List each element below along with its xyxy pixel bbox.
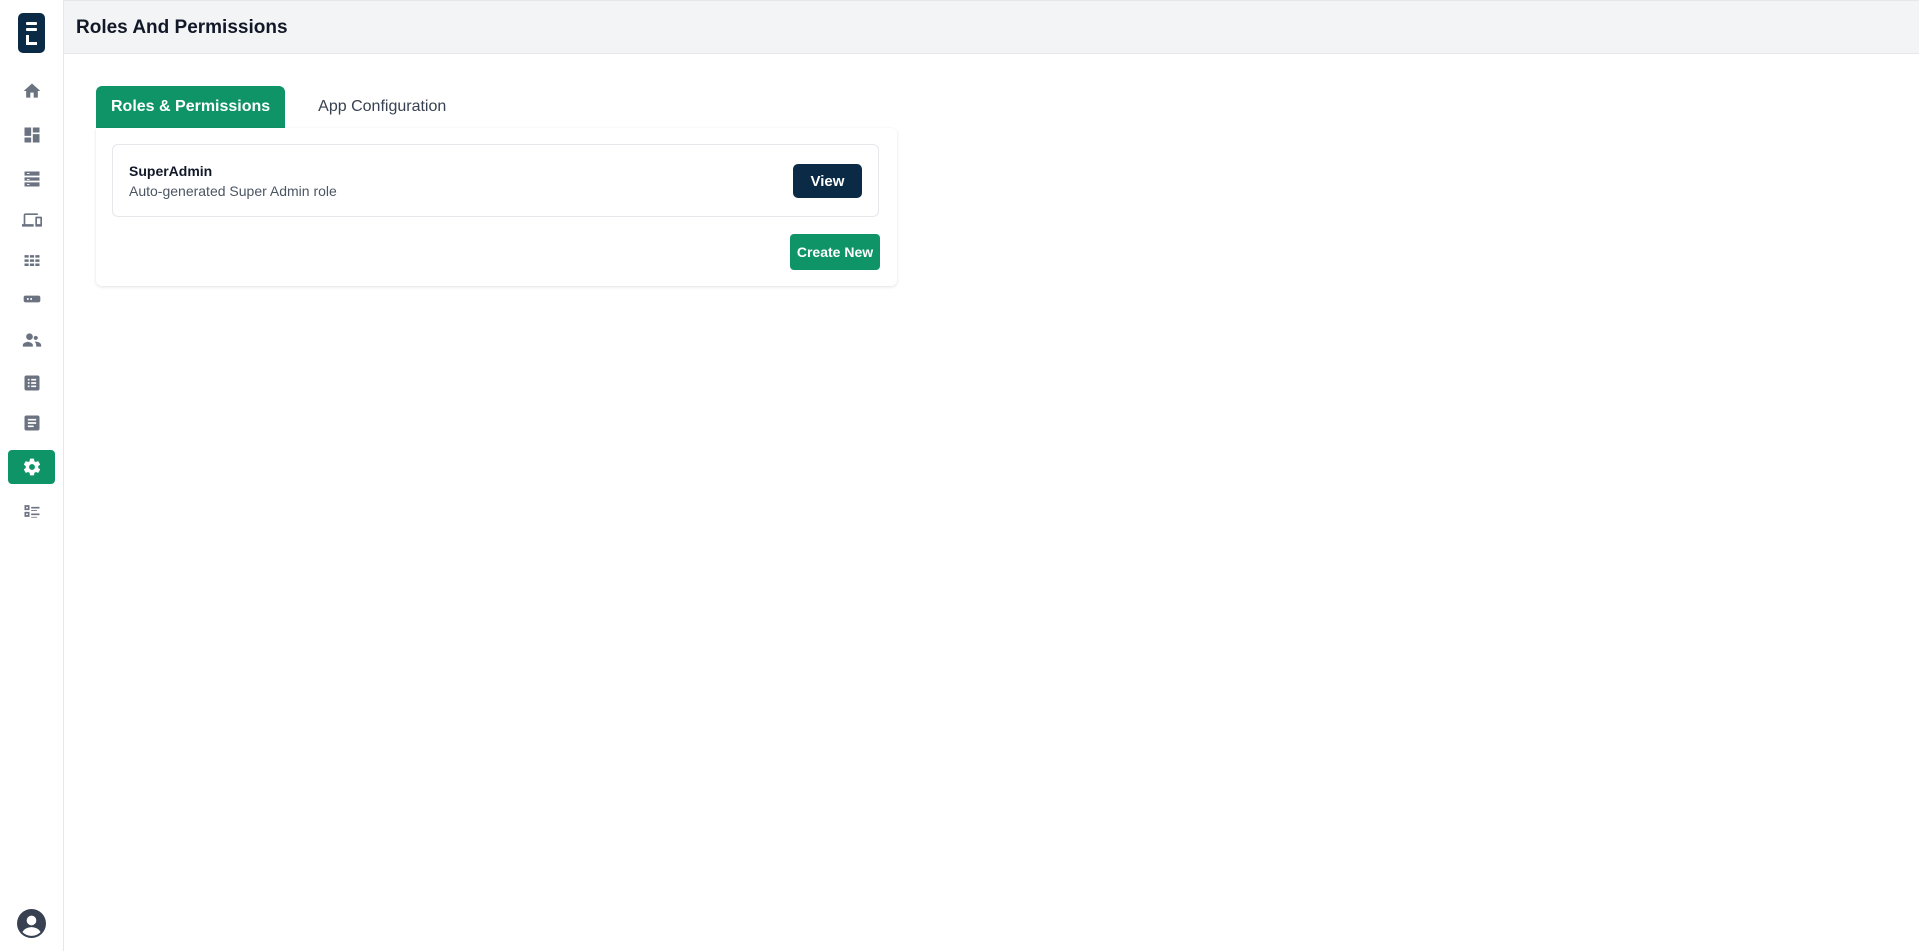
role-card: SuperAdmin Auto-generated Super Admin ro…	[112, 144, 879, 217]
role-description: Auto-generated Super Admin role	[129, 183, 337, 199]
sidebar-item-settings[interactable]	[8, 450, 55, 484]
page-title: Roles And Permissions	[76, 17, 288, 38]
tab-bar: Roles & Permissions App Configuration	[96, 86, 461, 128]
sidebar-item-router[interactable]	[8, 282, 55, 316]
sidebar-item-home[interactable]	[8, 74, 55, 108]
sidebar-item-checklist[interactable]	[8, 494, 55, 528]
logo-bar	[26, 21, 37, 25]
logo-letter	[26, 34, 37, 45]
tab-app-configuration[interactable]: App Configuration	[303, 86, 461, 128]
sidebar-item-list[interactable]	[8, 366, 55, 400]
role-name: SuperAdmin	[129, 163, 213, 179]
home-icon	[23, 83, 40, 98]
dashboard-icon	[24, 127, 39, 143]
router-icon	[23, 295, 40, 303]
sidebar-item-users[interactable]	[8, 323, 55, 357]
sidebar-item-apps[interactable]	[8, 244, 55, 278]
sidebar-item-document[interactable]	[8, 406, 55, 440]
account-circle-icon	[17, 909, 46, 938]
logo-bar	[26, 27, 37, 31]
apps-grid-icon	[24, 255, 39, 266]
checklist-icon	[24, 505, 39, 518]
gear-icon	[23, 458, 40, 476]
sidebar-item-devices[interactable]	[8, 203, 55, 237]
tab-roles-permissions[interactable]: Roles & Permissions	[96, 86, 286, 128]
app-root: Roles And Permissions Roles & Permission…	[0, 0, 1919, 951]
roles-panel: SuperAdmin Auto-generated Super Admin ro…	[96, 128, 897, 286]
devices-icon	[21, 213, 42, 227]
storage-icon	[24, 171, 39, 187]
user-avatar[interactable]	[17, 909, 46, 938]
users-icon	[22, 333, 41, 347]
app-logo[interactable]	[18, 13, 45, 53]
view-role-button[interactable]: View	[793, 164, 862, 198]
page-header: Roles And Permissions	[64, 0, 1919, 54]
sidebar-item-storage[interactable]	[8, 162, 55, 196]
sidebar	[0, 0, 64, 951]
document-icon	[24, 415, 39, 431]
sidebar-item-dashboard[interactable]	[8, 118, 55, 152]
create-new-button[interactable]: Create New	[790, 234, 880, 270]
list-icon	[24, 375, 39, 391]
